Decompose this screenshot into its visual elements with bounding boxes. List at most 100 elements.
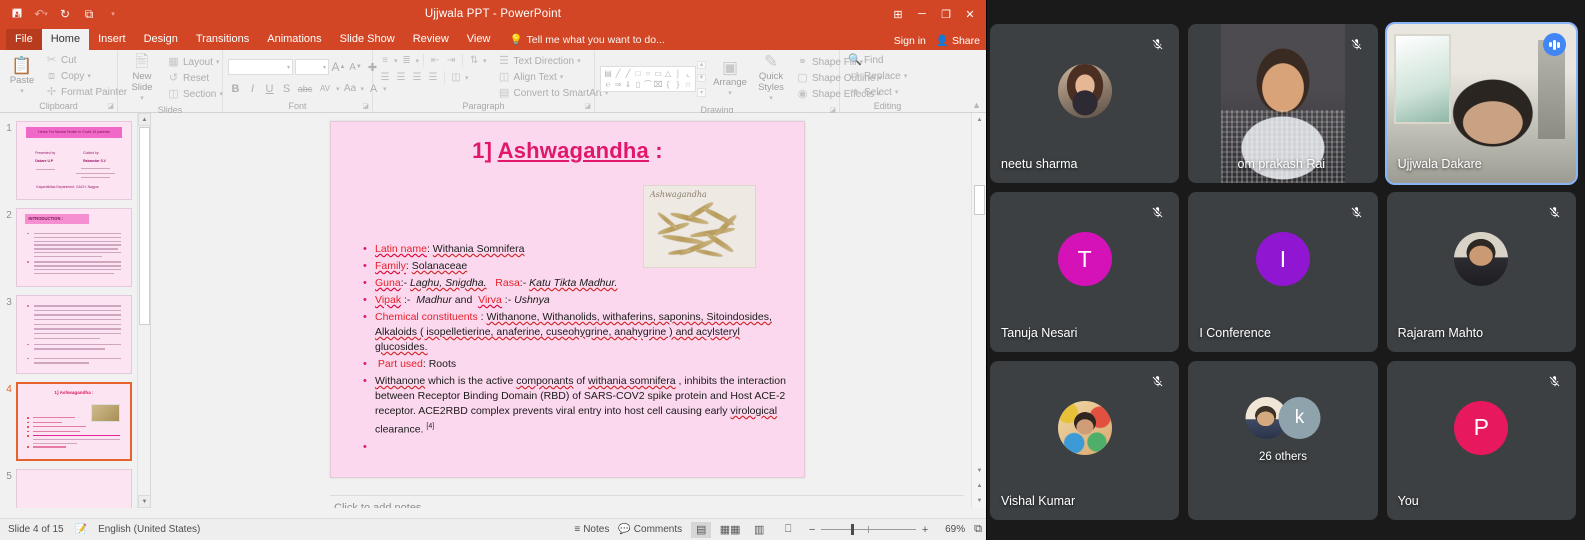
slide-body-text[interactable]: • Latin name: Withania Somnifera • Famil… <box>363 242 790 457</box>
shape-arc-icon[interactable]: ⌧ <box>653 80 662 89</box>
increase-indent-icon[interactable]: ⇥ <box>444 54 458 68</box>
editor-vertical-scrollbar[interactable]: ▲ ▼ ▲ ▼ <box>971 113 986 508</box>
start-presentation-icon[interactable]: ⧉ <box>78 3 100 25</box>
shape-elbow-icon[interactable]: ⌡ <box>676 69 681 78</box>
zoom-handle[interactable] <box>851 524 855 535</box>
thumbnail-scrollbar-thumb[interactable] <box>139 127 150 325</box>
zoom-out-button[interactable]: − <box>807 524 817 536</box>
thumbnail-preview[interactable]: Herbs For Mental Health in Covid 19 pati… <box>16 121 132 200</box>
strikethrough-button[interactable]: abc <box>296 81 314 96</box>
copy-button[interactable]: ⧈ Copy ▾ <box>42 69 130 84</box>
normal-view-button[interactable]: ▤ <box>691 521 712 538</box>
chevron-down-icon[interactable]: ▾ <box>361 85 365 93</box>
shapes-gallery[interactable]: ▤ ╱ ╱ □ ○ ▭ △ ⌡ ⌞ ℮ ⇒ ⇓ ▯ ⌒ ⌧ {} ☆ <box>600 65 696 92</box>
italic-button[interactable]: I <box>245 81 260 96</box>
participant-tile-rajaram-mahto[interactable]: Rajaram Mahto <box>1386 192 1576 352</box>
shapes-scroll-down-icon[interactable]: ▼ <box>697 74 706 82</box>
replace-button[interactable]: ⇄ Replace ▾ <box>845 69 910 84</box>
thumbnail-slide-5[interactable]: 5 <box>0 465 137 508</box>
shape-down-arrow-icon[interactable]: ⇓ <box>625 80 632 89</box>
shape-flowchart-icon[interactable]: ▯ <box>636 80 640 89</box>
section-button[interactable]: ◫ Section ▾ <box>164 87 226 102</box>
shape-arrow-icon[interactable]: ╱ <box>626 69 631 78</box>
thumbnail-slide-2[interactable]: 2 INTRODUCTION : <box>0 204 137 291</box>
proofing-icon[interactable]: 📝 <box>75 524 87 535</box>
editor-scrollbar-thumb[interactable] <box>974 185 985 215</box>
slide-canvas[interactable]: 1] Ashwagandha : Ashwagandha • Latin nam… <box>330 121 805 478</box>
shape-triangle-icon[interactable]: △ <box>665 69 671 78</box>
shape-right-arrow-icon[interactable]: ⇒ <box>615 80 622 89</box>
shape-rounded-rect-icon[interactable]: ▭ <box>654 69 662 78</box>
tab-view[interactable]: View <box>458 29 500 50</box>
zoom-slider[interactable]: − + <box>807 524 930 536</box>
underline-button[interactable]: U <box>262 81 277 96</box>
collapse-ribbon-icon[interactable]: ▲ <box>972 100 981 110</box>
reading-view-button[interactable]: ▥ <box>749 522 769 538</box>
font-size-box[interactable]: ▾ <box>295 59 329 75</box>
comments-button[interactable]: 💬 Comments <box>618 524 682 535</box>
thumbnail-scroll-up-icon[interactable]: ▲ <box>138 113 150 126</box>
shape-textbox-icon[interactable]: ▤ <box>604 69 612 78</box>
zoom-in-button[interactable]: + <box>920 524 930 536</box>
shape-freeform-icon[interactable]: ℮ <box>606 80 611 89</box>
participant-tile-you[interactable]: P You <box>1386 360 1576 520</box>
shape-star-icon[interactable]: ☆ <box>684 80 691 89</box>
align-left-icon[interactable]: ☰ <box>378 71 392 85</box>
decrease-indent-icon[interactable]: ⇤ <box>428 54 442 68</box>
ribbon-display-options-icon[interactable]: ⊞ <box>886 3 910 25</box>
minimize-button[interactable]: ─ <box>910 3 934 25</box>
participant-tile-neetu-sharma[interactable]: neetu sharma <box>990 24 1180 184</box>
text-shadow-button[interactable]: S <box>279 81 294 96</box>
convert-to-smartart-button[interactable]: ▤ Convert to SmartArt ▾ <box>495 86 612 101</box>
find-button[interactable]: 🔍 Find <box>845 53 910 68</box>
cut-button[interactable]: ✂ Cut <box>42 53 130 68</box>
undo-icon[interactable]: ↶ ▾ <box>30 3 52 25</box>
slide-sorter-view-button[interactable]: ▦▦ <box>720 522 741 538</box>
bold-button[interactable]: B <box>228 81 243 96</box>
shape-line-icon[interactable]: ╱ <box>616 69 621 78</box>
slide-show-view-button[interactable]: ⎕ <box>778 522 798 538</box>
text-direction-button[interactable]: ☰ Text Direction ▾ <box>495 54 612 69</box>
tab-animations[interactable]: Animations <box>258 29 330 50</box>
shape-curve-icon[interactable]: ⌒ <box>644 79 652 90</box>
thumbnail-preview[interactable]: 1] Ashwagandha : <box>16 382 132 461</box>
shapes-gallery-more-icon[interactable]: ▾ <box>697 87 706 97</box>
save-icon[interactable]: 🖪 <box>6 3 28 25</box>
language-label[interactable]: English (United States) <box>98 524 200 535</box>
character-spacing-button[interactable]: AV <box>316 81 334 96</box>
restore-button[interactable]: ❐ <box>934 3 958 25</box>
participant-tile-om-prakash-rai[interactable]: om prakash Rai <box>1188 24 1378 184</box>
format-painter-button[interactable]: ✢ Format Painter <box>42 85 130 100</box>
zoom-track[interactable] <box>821 524 917 535</box>
shapes-scroll-up-icon[interactable]: ▲ <box>697 60 706 69</box>
tab-home[interactable]: Home <box>41 29 90 50</box>
participant-tile-vishal-kumar[interactable]: Vishal Kumar <box>990 360 1180 520</box>
font-name-box[interactable]: ▾ <box>228 59 293 75</box>
redo-icon[interactable]: ↻ <box>54 3 76 25</box>
tell-me-box[interactable]: 💡 Tell me what you want to do... <box>499 30 672 50</box>
change-case-button[interactable]: Aa <box>342 81 359 96</box>
select-button[interactable]: ➜ Select ▾ <box>845 85 910 100</box>
editor-scroll-down-icon[interactable]: ▼ <box>972 464 986 478</box>
line-spacing-icon[interactable]: ⇅ <box>467 54 481 68</box>
layout-button[interactable]: ▦ Layout ▾ <box>164 55 226 70</box>
fit-to-window-icon[interactable]: ⧉ <box>974 523 982 536</box>
paste-button[interactable]: 📋 Paste ▾ <box>5 56 39 98</box>
thumbnail-preview[interactable] <box>16 469 132 508</box>
next-slide-icon[interactable]: ▼ <box>972 494 986 508</box>
participant-tile-ujjwala-dakare[interactable]: Ujjwala Dakare <box>1384 21 1578 186</box>
shape-connector-icon[interactable]: ⌞ <box>686 69 690 78</box>
tab-slide-show[interactable]: Slide Show <box>331 29 404 50</box>
arrange-button[interactable]: ▣ Arrange ▾ <box>711 58 749 100</box>
quick-styles-button[interactable]: ✎ Quick Styles ▾ <box>754 52 788 105</box>
increase-font-size-button[interactable]: A ▲ <box>331 60 346 75</box>
clipboard-dialog-launcher[interactable]: ◪ <box>107 101 114 112</box>
align-text-button[interactable]: ◫ Align Text ▾ <box>495 70 612 85</box>
notes-pane[interactable]: Click to add notes <box>330 495 964 508</box>
thumbnail-preview[interactable]: INTRODUCTION : <box>16 208 132 287</box>
tab-file[interactable]: File <box>6 29 42 50</box>
shape-right-brace-icon[interactable]: } <box>677 80 680 89</box>
new-slide-button[interactable]: 🖹 New Slide ▾ <box>123 52 161 105</box>
participant-tile-i-conference[interactable]: I I Conference <box>1188 192 1378 352</box>
thumbnail-scroll-down-icon[interactable]: ▼ <box>138 495 150 508</box>
